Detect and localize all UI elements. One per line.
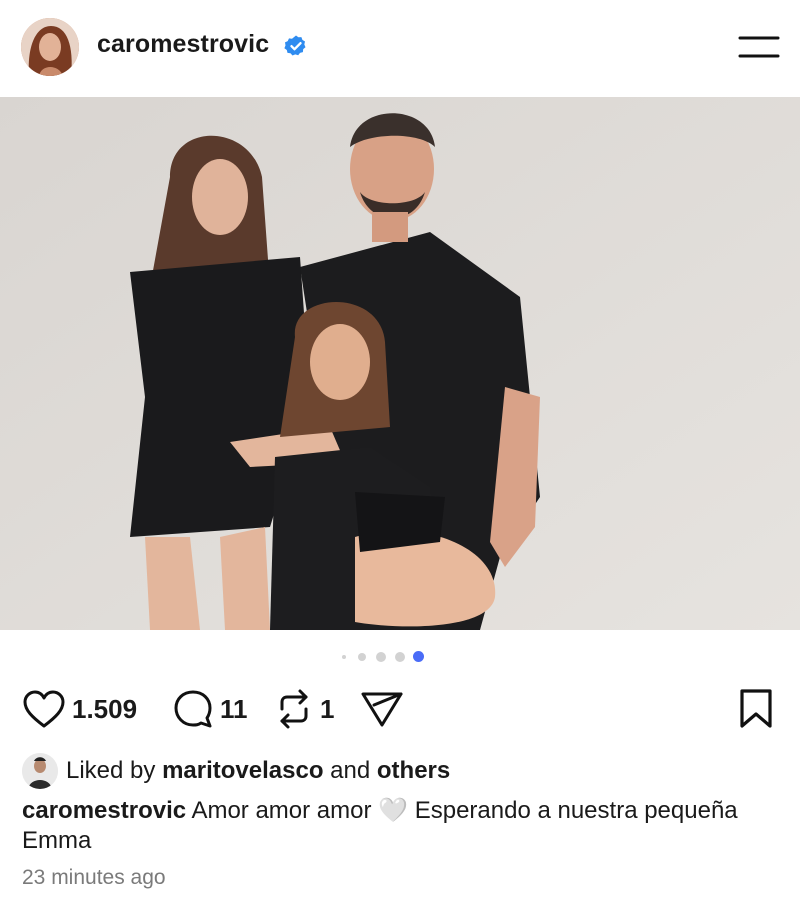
- share-button[interactable]: [360, 684, 404, 734]
- save-button[interactable]: [738, 684, 774, 734]
- carousel-dot: [376, 652, 386, 662]
- bookmark-icon: [740, 689, 772, 728]
- comment-icon: [174, 690, 212, 728]
- carousel-dot: [358, 653, 366, 661]
- send-icon: [361, 692, 403, 727]
- carousel-indicator: [0, 648, 800, 666]
- comment-button[interactable]: 11: [172, 684, 248, 734]
- liker-avatar[interactable]: [22, 753, 58, 789]
- carousel-dot: [342, 655, 346, 659]
- repost-count: 1: [320, 693, 335, 724]
- post-header: caromestrovic: [0, 0, 800, 96]
- post-actions: 1.509 11 1: [0, 684, 800, 734]
- profile-username[interactable]: caromestrovic: [97, 30, 269, 59]
- carousel-dot: [395, 652, 405, 662]
- post-timestamp: 23 minutes ago: [22, 866, 166, 889]
- liked-by-and: and: [330, 757, 371, 784]
- profile-avatar[interactable]: [21, 18, 79, 76]
- caption-text: Amor amor amor: [191, 797, 372, 824]
- caption-emoji: 🤍: [378, 796, 409, 824]
- menu-icon[interactable]: [738, 34, 780, 60]
- caption-username[interactable]: caromestrovic: [22, 797, 186, 824]
- liked-by-row: Liked by maritovelasco and others: [22, 752, 450, 790]
- comment-count: 11: [220, 693, 248, 724]
- liked-by-user[interactable]: maritovelasco: [162, 757, 323, 785]
- post-caption: caromestrovic Amor amor amor 🤍 Esperando…: [22, 795, 782, 856]
- heart-icon: [23, 690, 65, 728]
- repost-icon: [280, 689, 308, 729]
- post-image[interactable]: [0, 97, 800, 630]
- like-button[interactable]: 1.509: [22, 684, 137, 734]
- like-count: 1.509: [72, 693, 138, 724]
- verified-badge-icon: [284, 35, 306, 56]
- repost-button[interactable]: 1: [274, 684, 334, 734]
- liked-by-others[interactable]: others: [377, 757, 450, 785]
- liked-by-prefix: Liked by: [66, 757, 156, 784]
- carousel-dot-active: [413, 651, 424, 662]
